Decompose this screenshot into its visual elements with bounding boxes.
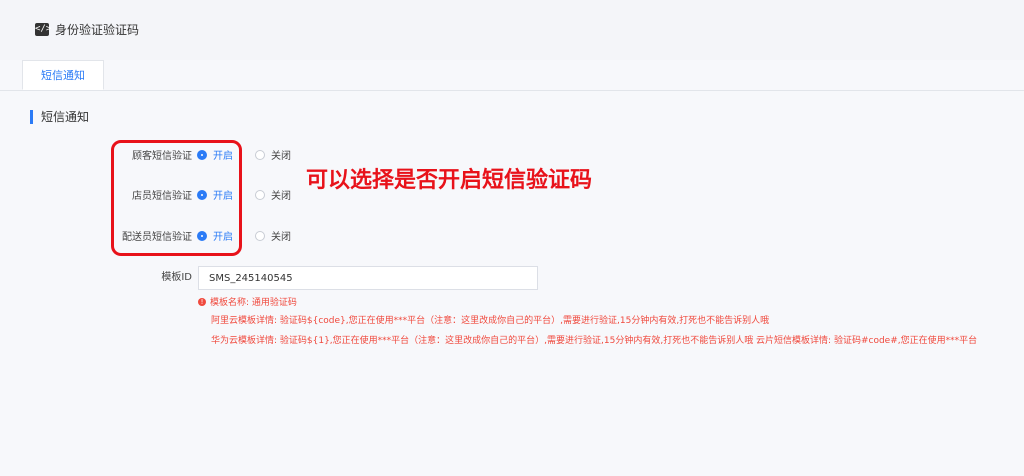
page-header: </> 身份验证验证码 <box>0 0 1024 60</box>
radio-label: 关闭 <box>271 191 291 202</box>
template-id-input[interactable] <box>198 266 538 290</box>
highlight-box <box>111 140 242 256</box>
tab-bar: 短信通知 <box>0 60 1024 91</box>
tab-sms-notification[interactable]: 短信通知 <box>22 60 104 90</box>
template-hint: ! 模板名称: 通用验证码 <box>198 295 297 308</box>
radio-label: 关闭 <box>271 151 291 162</box>
section-title: 短信通知 <box>30 110 89 124</box>
page-title: 身份验证验证码 <box>55 23 140 37</box>
annotation-sms-toggle: 可以选择是否开启短信验证码 <box>306 168 593 193</box>
courier-sms-off-radio[interactable]: 关闭 <box>255 228 291 248</box>
radio-label: 关闭 <box>271 232 291 243</box>
code-icon: </> <box>35 23 52 36</box>
staff-sms-off-radio[interactable]: 关闭 <box>255 187 291 207</box>
template-id-label: 模板ID <box>161 272 192 283</box>
radio-unchecked-icon <box>255 150 265 160</box>
aliyun-template-detail: 阿里云模板详情: 验证码${code},您正在使用***平台（注意：这里改成你自… <box>211 316 770 326</box>
error-icon: ! <box>198 297 206 306</box>
radio-unchecked-icon <box>255 231 265 241</box>
customer-sms-off-radio[interactable]: 关闭 <box>255 147 291 167</box>
huawei-template-detail: 华为云模板详情: 验证码${1},您正在使用***平台（注意：这里改成你自己的平… <box>211 336 978 346</box>
settings-card: 短信通知 短信通知 顾客短信验证 开启 关闭 店员短信验证 开启 关闭 配送员短… <box>0 60 1024 476</box>
template-name-hint: 模板名称: 通用验证码 <box>210 298 297 308</box>
radio-unchecked-icon <box>255 190 265 200</box>
